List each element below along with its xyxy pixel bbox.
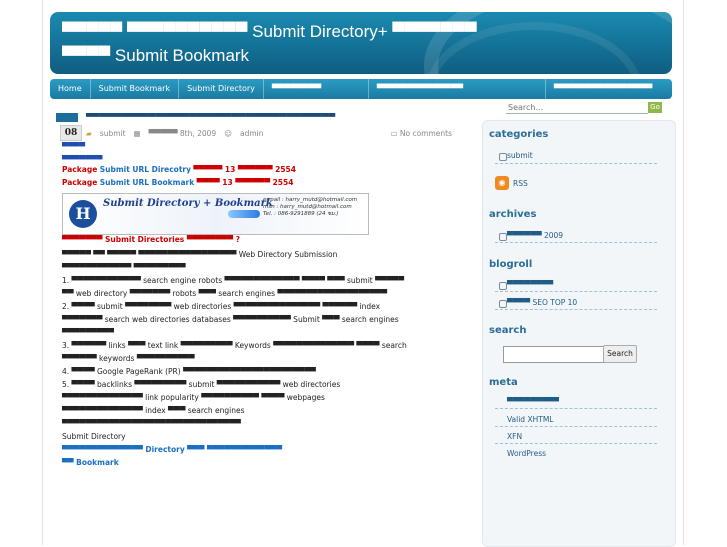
rss-link[interactable]: RSS bbox=[513, 179, 528, 188]
user-icon: ☺ bbox=[224, 129, 233, 138]
go-button[interactable]: Go bbox=[648, 102, 662, 113]
meta-link-1[interactable]: ▀▀▀▀▀▀▀▀▀ bbox=[507, 397, 559, 406]
archive-link[interactable]: ▀▀▀▀▀▀ 2009 bbox=[507, 231, 563, 240]
link-icon-1 bbox=[499, 282, 507, 290]
paragraph-6: 5. ▀▀▀▀ backlinks ▀▀▀▀▀▀▀▀▀ submit ▀▀▀▀▀… bbox=[62, 380, 341, 428]
directory-link-2[interactable]: ▀▀▀ ▀▀▀▀▀▀▀▀▀▀▀▀▀ bbox=[187, 445, 282, 454]
banner-msn: msn : harry_mutd@hotmail.com bbox=[263, 204, 352, 210]
post-date-badge: 08 bbox=[60, 125, 82, 141]
category-divider bbox=[495, 163, 657, 164]
post-comments-link[interactable]: ▭ No comments bbox=[390, 129, 452, 138]
banner-title: Submit Directory + Bookmark bbox=[103, 198, 273, 209]
blogroll-divider-2 bbox=[495, 309, 657, 310]
categories-heading: categories bbox=[489, 129, 549, 140]
comment-icon: ▭ bbox=[390, 129, 400, 138]
package-label-1: Package bbox=[62, 165, 98, 174]
intro-line-a: ▀▀▀▀ bbox=[62, 142, 86, 151]
nav-home[interactable]: Home bbox=[50, 79, 91, 99]
meta-valid-xhtml-link[interactable]: Valid XHTML bbox=[507, 415, 553, 424]
bookmark-link[interactable]: ▀▀ Bookmark bbox=[62, 456, 407, 469]
post-category-link[interactable]: submit bbox=[100, 129, 126, 138]
banner-email: e-mail : harry_mutd@hotmail.com bbox=[263, 197, 358, 203]
sidebar: categories submit ◉ RSS archives ▀▀▀▀▀▀ … bbox=[482, 120, 676, 547]
main-nav: Home Submit Bookmark Submit Directory ▀▀… bbox=[50, 79, 672, 99]
post-body: ▀▀▀▀▀ ▀▀ ▀▀▀▀▀ ▀▀▀▀▀▀▀▀▀▀▀▀▀▀▀▀▀ Web Dir… bbox=[62, 248, 407, 469]
post-meta: ▰ submit ▦ ▀▀▀▀▀ 8th, 2009 ☺ admin ▭ No … bbox=[86, 129, 466, 138]
meta-divider-2 bbox=[495, 426, 657, 427]
site-title-line-1[interactable]: ▀▀▀▀▀ ▀▀▀▀▀▀▀▀▀▀ Submit Directory+ ▀▀▀▀▀… bbox=[62, 20, 622, 44]
search-heading: search bbox=[489, 325, 527, 336]
package-directory-line: Package Submit URL Direcotry ▀▀▀▀▀ 13 ▀▀… bbox=[62, 163, 407, 176]
post-date-text: ▀▀▀▀▀ 8th, 2009 bbox=[148, 129, 217, 138]
paragraph-2: 1. ▀▀▀▀▀▀▀▀▀▀▀▀ search engine robots ▀▀▀… bbox=[62, 276, 404, 298]
banner-contact: e-mail : harry_mutd@hotmail.com msn : ha… bbox=[263, 197, 357, 218]
archive-divider bbox=[495, 242, 657, 243]
sidebar-search-input[interactable] bbox=[503, 346, 605, 363]
site-title[interactable]: ▀▀▀▀▀ ▀▀▀▀▀▀▀▀▀▀ Submit Directory+ ▀▀▀▀▀… bbox=[62, 20, 622, 68]
blogroll-link-2[interactable]: ▀▀▀▀ SEO TOP 10 bbox=[507, 298, 577, 307]
blogroll-link-1[interactable]: ▀▀▀▀▀▀▀▀ bbox=[507, 280, 553, 289]
package-date-2: ▀▀▀▀ 13 ▀▀▀▀▀▀ 2554 bbox=[196, 178, 294, 187]
blogroll-heading: blogroll bbox=[489, 259, 533, 270]
banner-tel: Tel. : 086-9291889 (24 ชม.) bbox=[263, 211, 339, 217]
post-tab-mark bbox=[56, 113, 78, 122]
meta-wordpress-link[interactable]: WordPress bbox=[507, 449, 546, 458]
site-title-line-2[interactable]: ▀▀▀▀ Submit Bookmark bbox=[62, 44, 622, 68]
nav-item-4[interactable]: ▀▀▀▀▀▀▀▀ bbox=[264, 79, 369, 99]
post-area: ▀▀▀▀▀▀▀▀▀▀▀▀▀▀▀▀▀▀▀▀▀▀▀▀▀▀▀▀▀▀▀▀▀▀▀▀ 08 … bbox=[56, 113, 460, 545]
paragraph-4: 3. ▀▀▀▀▀▀ links ▀▀▀ text link ▀▀▀▀▀▀▀▀▀ … bbox=[62, 341, 407, 363]
meta-divider-3 bbox=[495, 443, 657, 444]
rss-icon[interactable]: ◉ bbox=[495, 176, 509, 190]
sidebar-search-button[interactable]: Search bbox=[603, 345, 637, 363]
paragraph-5: 4. ▀▀▀▀ Google PageRank (PR) ▀▀▀▀▀▀▀▀▀▀▀… bbox=[62, 367, 316, 376]
category-icon bbox=[499, 153, 507, 161]
promo-banner[interactable]: H Submit Directory + Bookmark e-mail : h… bbox=[62, 193, 369, 235]
paragraph-7: Submit Directory bbox=[62, 432, 126, 441]
nav-submit-directory[interactable]: Submit Directory bbox=[179, 79, 264, 99]
link-icon-2 bbox=[499, 300, 507, 308]
meta-divider-1 bbox=[495, 408, 657, 409]
blogroll-divider-1 bbox=[495, 291, 657, 292]
nav-submit-bookmark[interactable]: Submit Bookmark bbox=[91, 79, 180, 99]
package-lines: Package Submit URL Direcotry ▀▀▀▀▀ 13 ▀▀… bbox=[62, 163, 407, 189]
paragraph-3: 2. ▀▀▀▀ submit ▀▀▀▀▀▀▀▀ web directories … bbox=[62, 302, 399, 337]
post-author[interactable]: admin bbox=[240, 129, 264, 138]
header-search-input[interactable] bbox=[506, 101, 648, 114]
header-search-form: Go bbox=[506, 101, 672, 115]
banner-arrow-icon bbox=[228, 210, 260, 218]
archives-heading: archives bbox=[489, 209, 537, 220]
archive-icon bbox=[499, 233, 507, 241]
calendar-icon: ▦ bbox=[133, 129, 141, 138]
package-bookmark-link[interactable]: Submit URL Bookmark bbox=[100, 178, 195, 187]
paragraph-1: ▀▀▀▀▀ ▀▀ ▀▀▀▀▀ ▀▀▀▀▀▀▀▀▀▀▀▀▀▀▀▀▀ Web Dir… bbox=[62, 250, 338, 272]
banner-logo: H bbox=[69, 200, 97, 228]
banner-caption: ▀▀▀▀▀▀▀ Submit Directories ▀▀▀▀▀▀▀▀ ? bbox=[62, 235, 240, 244]
meta-xfn-link[interactable]: XFN bbox=[507, 432, 522, 441]
meta-heading: meta bbox=[489, 377, 518, 388]
footer-links-line: ▀▀▀▀▀▀▀▀▀▀▀▀▀▀ Directory ▀▀▀ ▀▀▀▀▀▀▀▀▀▀▀… bbox=[62, 443, 407, 456]
directory-link[interactable]: ▀▀▀▀▀▀▀▀▀▀▀▀▀▀ Directory bbox=[62, 445, 185, 454]
folder-icon: ▰ bbox=[86, 129, 92, 138]
package-directory-link[interactable]: Submit URL Direcotry bbox=[100, 165, 191, 174]
nav-item-6[interactable]: ▀▀▀▀▀▀▀▀▀▀▀▀▀▀▀▀ bbox=[546, 79, 660, 99]
site-header: ▀▀▀▀▀ ▀▀▀▀▀▀▀▀▀▀ Submit Directory+ ▀▀▀▀▀… bbox=[50, 12, 672, 74]
category-submit-link[interactable]: submit bbox=[507, 151, 533, 160]
nav-item-5[interactable]: ▀▀▀▀▀▀▀▀▀▀▀▀▀▀ bbox=[369, 79, 546, 99]
package-label-2: Package bbox=[62, 178, 98, 187]
package-date-1: ▀▀▀▀▀ 13 ▀▀▀▀▀▀ 2554 bbox=[193, 165, 296, 174]
post-title[interactable]: ▀▀▀▀▀▀▀▀▀▀▀▀▀▀▀▀▀▀▀▀▀▀▀▀▀▀▀▀▀▀▀▀▀▀▀▀ bbox=[86, 113, 456, 125]
post-comments-text[interactable]: No comments bbox=[400, 129, 452, 138]
package-bookmark-line: Package Submit URL Bookmark ▀▀▀▀ 13 ▀▀▀▀… bbox=[62, 176, 407, 189]
